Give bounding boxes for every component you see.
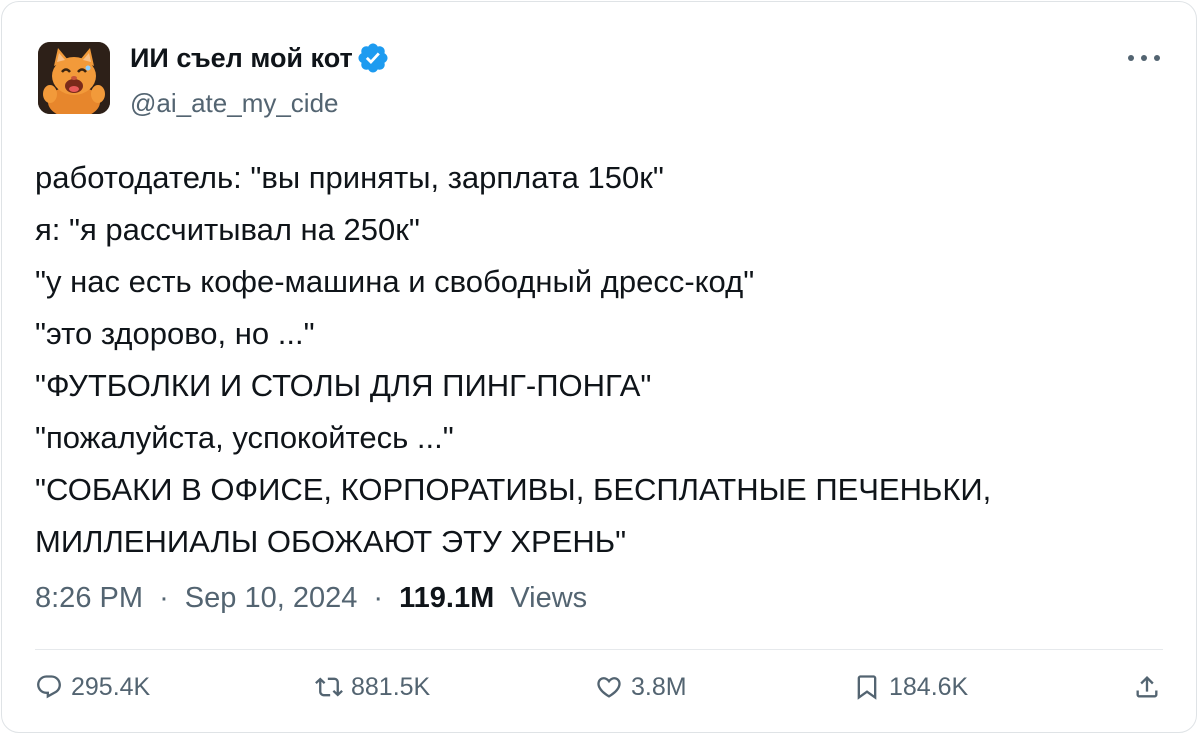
reply-count: 295.4K [71, 672, 151, 701]
like-count: 3.8M [631, 672, 687, 701]
views-label: Views [510, 582, 588, 614]
tweet-text: работодатель: "вы приняты, зарплата 150к… [35, 152, 1165, 568]
bookmark-icon [857, 675, 877, 700]
author-display-name[interactable]: ИИ съел мой кот [130, 43, 353, 74]
tweet-meta: 8:26 PM · Sep 10, 2024 · 119.1M Views [35, 582, 587, 615]
like-button[interactable]: 3.8M [595, 670, 687, 704]
author-handle[interactable]: @ai_ate_my_cide [130, 88, 339, 119]
bookmark-button[interactable]: 184.6K [853, 670, 968, 704]
heart-icon [597, 677, 621, 698]
tweet-line: "это здорово, но ..." [35, 316, 315, 351]
reply-icon [37, 675, 61, 699]
tweet-line: я: "я рассчитывал на 250к" [35, 212, 420, 247]
divider [35, 649, 1163, 650]
retweet-count: 881.5K [351, 672, 431, 701]
retweet-icon [315, 677, 343, 697]
reply-button[interactable]: 295.4K [35, 670, 150, 704]
bookmark-count: 184.6K [889, 672, 969, 701]
tweet-line: "СОБАКИ В ОФИСЕ, КОРПОРАТИВЫ, БЕСПЛАТНЫЕ… [35, 472, 992, 507]
tweet-card: ИИ съел мой кот @ai_ate_my_cide работода… [1, 1, 1197, 733]
tweet-line: работодатель: "вы приняты, зарплата 150к… [35, 160, 664, 195]
views-count: 119.1M [399, 582, 495, 614]
more-dots-icon [1128, 55, 1160, 61]
tweet-line: МИЛЛЕНИАЛЫ ОБОЖАЮТ ЭТУ ХРЕНЬ" [35, 524, 627, 559]
share-icon [1136, 676, 1158, 698]
avatar[interactable] [38, 42, 110, 114]
more-options-button[interactable] [1124, 48, 1164, 68]
retweet-button[interactable]: 881.5K [315, 670, 430, 704]
tweet-line: "ФУТБОЛКИ И СТОЛЫ ДЛЯ ПИНГ-ПОНГА" [35, 368, 652, 403]
tweet-date[interactable]: Sep 10, 2024 [185, 582, 358, 614]
cat-avatar-icon [38, 42, 110, 114]
tweet-line: "пожалуйста, успокойтесь ..." [35, 420, 454, 455]
tweet-time[interactable]: 8:26 PM [35, 582, 143, 614]
verified-badge-icon [358, 43, 388, 73]
share-button[interactable] [1133, 670, 1169, 704]
author-name-row[interactable]: ИИ съел мой кот [130, 41, 390, 75]
action-bar: 295.4K 881.5K 3.8M 184.6K [35, 670, 1167, 704]
meta-separator: · [373, 582, 384, 614]
tweet-line: "у нас есть кофе-машина и свободный дрес… [35, 264, 755, 299]
meta-separator: · [159, 582, 169, 614]
